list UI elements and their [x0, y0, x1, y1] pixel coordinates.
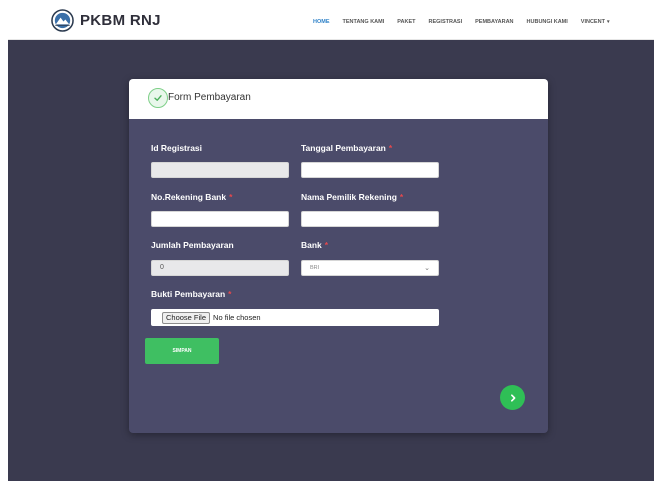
label-no-rekening: No.Rekening Bank * — [151, 192, 232, 202]
required-mark: * — [229, 192, 233, 202]
required-mark: * — [324, 240, 329, 250]
next-button[interactable] — [500, 385, 525, 410]
tanggal-pembayaran-input[interactable] — [301, 162, 439, 178]
id-registrasi-input[interactable] — [151, 162, 289, 178]
payment-form-card: Form Pembayaran — [129, 79, 548, 433]
no-rekening-input[interactable] — [151, 211, 289, 227]
choose-file-button[interactable]: Choose File — [162, 311, 211, 324]
label-text: No.Rekening Bank — [151, 192, 227, 202]
label-text: Jumlah Pembayaran — [151, 240, 234, 250]
mountain-logo-icon — [51, 9, 74, 32]
file-status: No file chosen — [213, 313, 261, 322]
label-bank: Bank * — [301, 240, 328, 250]
label-text: Bank — [301, 240, 322, 250]
top-navbar: PKBM RNJ HOME TENTANG KAMI PAKET REGISTR… — [8, 3, 654, 40]
nav-links: HOME TENTANG KAMI PAKET REGISTRASI PEMBA… — [313, 19, 622, 25]
label-text: Nama Pemilik Rekening — [301, 192, 397, 202]
required-mark: * — [399, 192, 404, 202]
chevron-right-icon — [510, 393, 515, 402]
label-tanggal-pembayaran: Tanggal Pembayaran * — [301, 143, 392, 153]
nav-user-menu[interactable]: VINCENT ▾ — [581, 19, 610, 25]
required-mark: * — [388, 143, 393, 153]
label-text: Bukti Pembayaran — [151, 289, 226, 299]
nav-hubungi-kami[interactable]: HUBUNGI KAMI — [527, 19, 568, 25]
nav-paket[interactable]: PAKET — [397, 19, 415, 25]
card-header: Form Pembayaran — [129, 79, 548, 119]
user-name: VINCENT — [580, 19, 605, 25]
simpan-button[interactable]: SIMPAN — [145, 338, 219, 364]
check-icon — [148, 88, 168, 108]
nav-pembayaran[interactable]: PEMBAYARAN — [475, 19, 513, 25]
nav-tentang-kami[interactable]: TENTANG KAMI — [343, 19, 385, 25]
nav-registrasi[interactable]: REGISTRASI — [429, 19, 463, 25]
label-id-registrasi: Id Registrasi — [151, 143, 202, 153]
label-nama-pemilik: Nama Pemilik Rekening * — [301, 192, 403, 202]
bank-select[interactable]: BRI ⌄ — [301, 260, 439, 276]
bukti-pembayaran-file-input[interactable]: Choose File No file chosen — [151, 309, 439, 326]
form-title: Form Pembayaran — [168, 92, 251, 103]
brand[interactable]: PKBM RNJ — [51, 9, 161, 32]
brand-name: PKBM RNJ — [80, 12, 161, 29]
nama-pemilik-input[interactable] — [301, 211, 439, 227]
chevron-down-icon: ⌄ — [424, 265, 430, 272]
nav-home[interactable]: HOME — [313, 19, 330, 25]
required-mark: * — [228, 289, 232, 299]
label-jumlah-pembayaran: Jumlah Pembayaran — [151, 240, 234, 250]
label-text: Id Registrasi — [151, 143, 203, 153]
chevron-down-icon: ▾ — [606, 19, 610, 25]
label-bukti-pembayaran: Bukti Pembayaran * — [151, 289, 231, 299]
bank-selected-value: BRI — [310, 265, 320, 271]
label-text: Tanggal Pembayaran — [301, 143, 386, 153]
jumlah-pembayaran-input[interactable]: 0 — [151, 260, 289, 276]
